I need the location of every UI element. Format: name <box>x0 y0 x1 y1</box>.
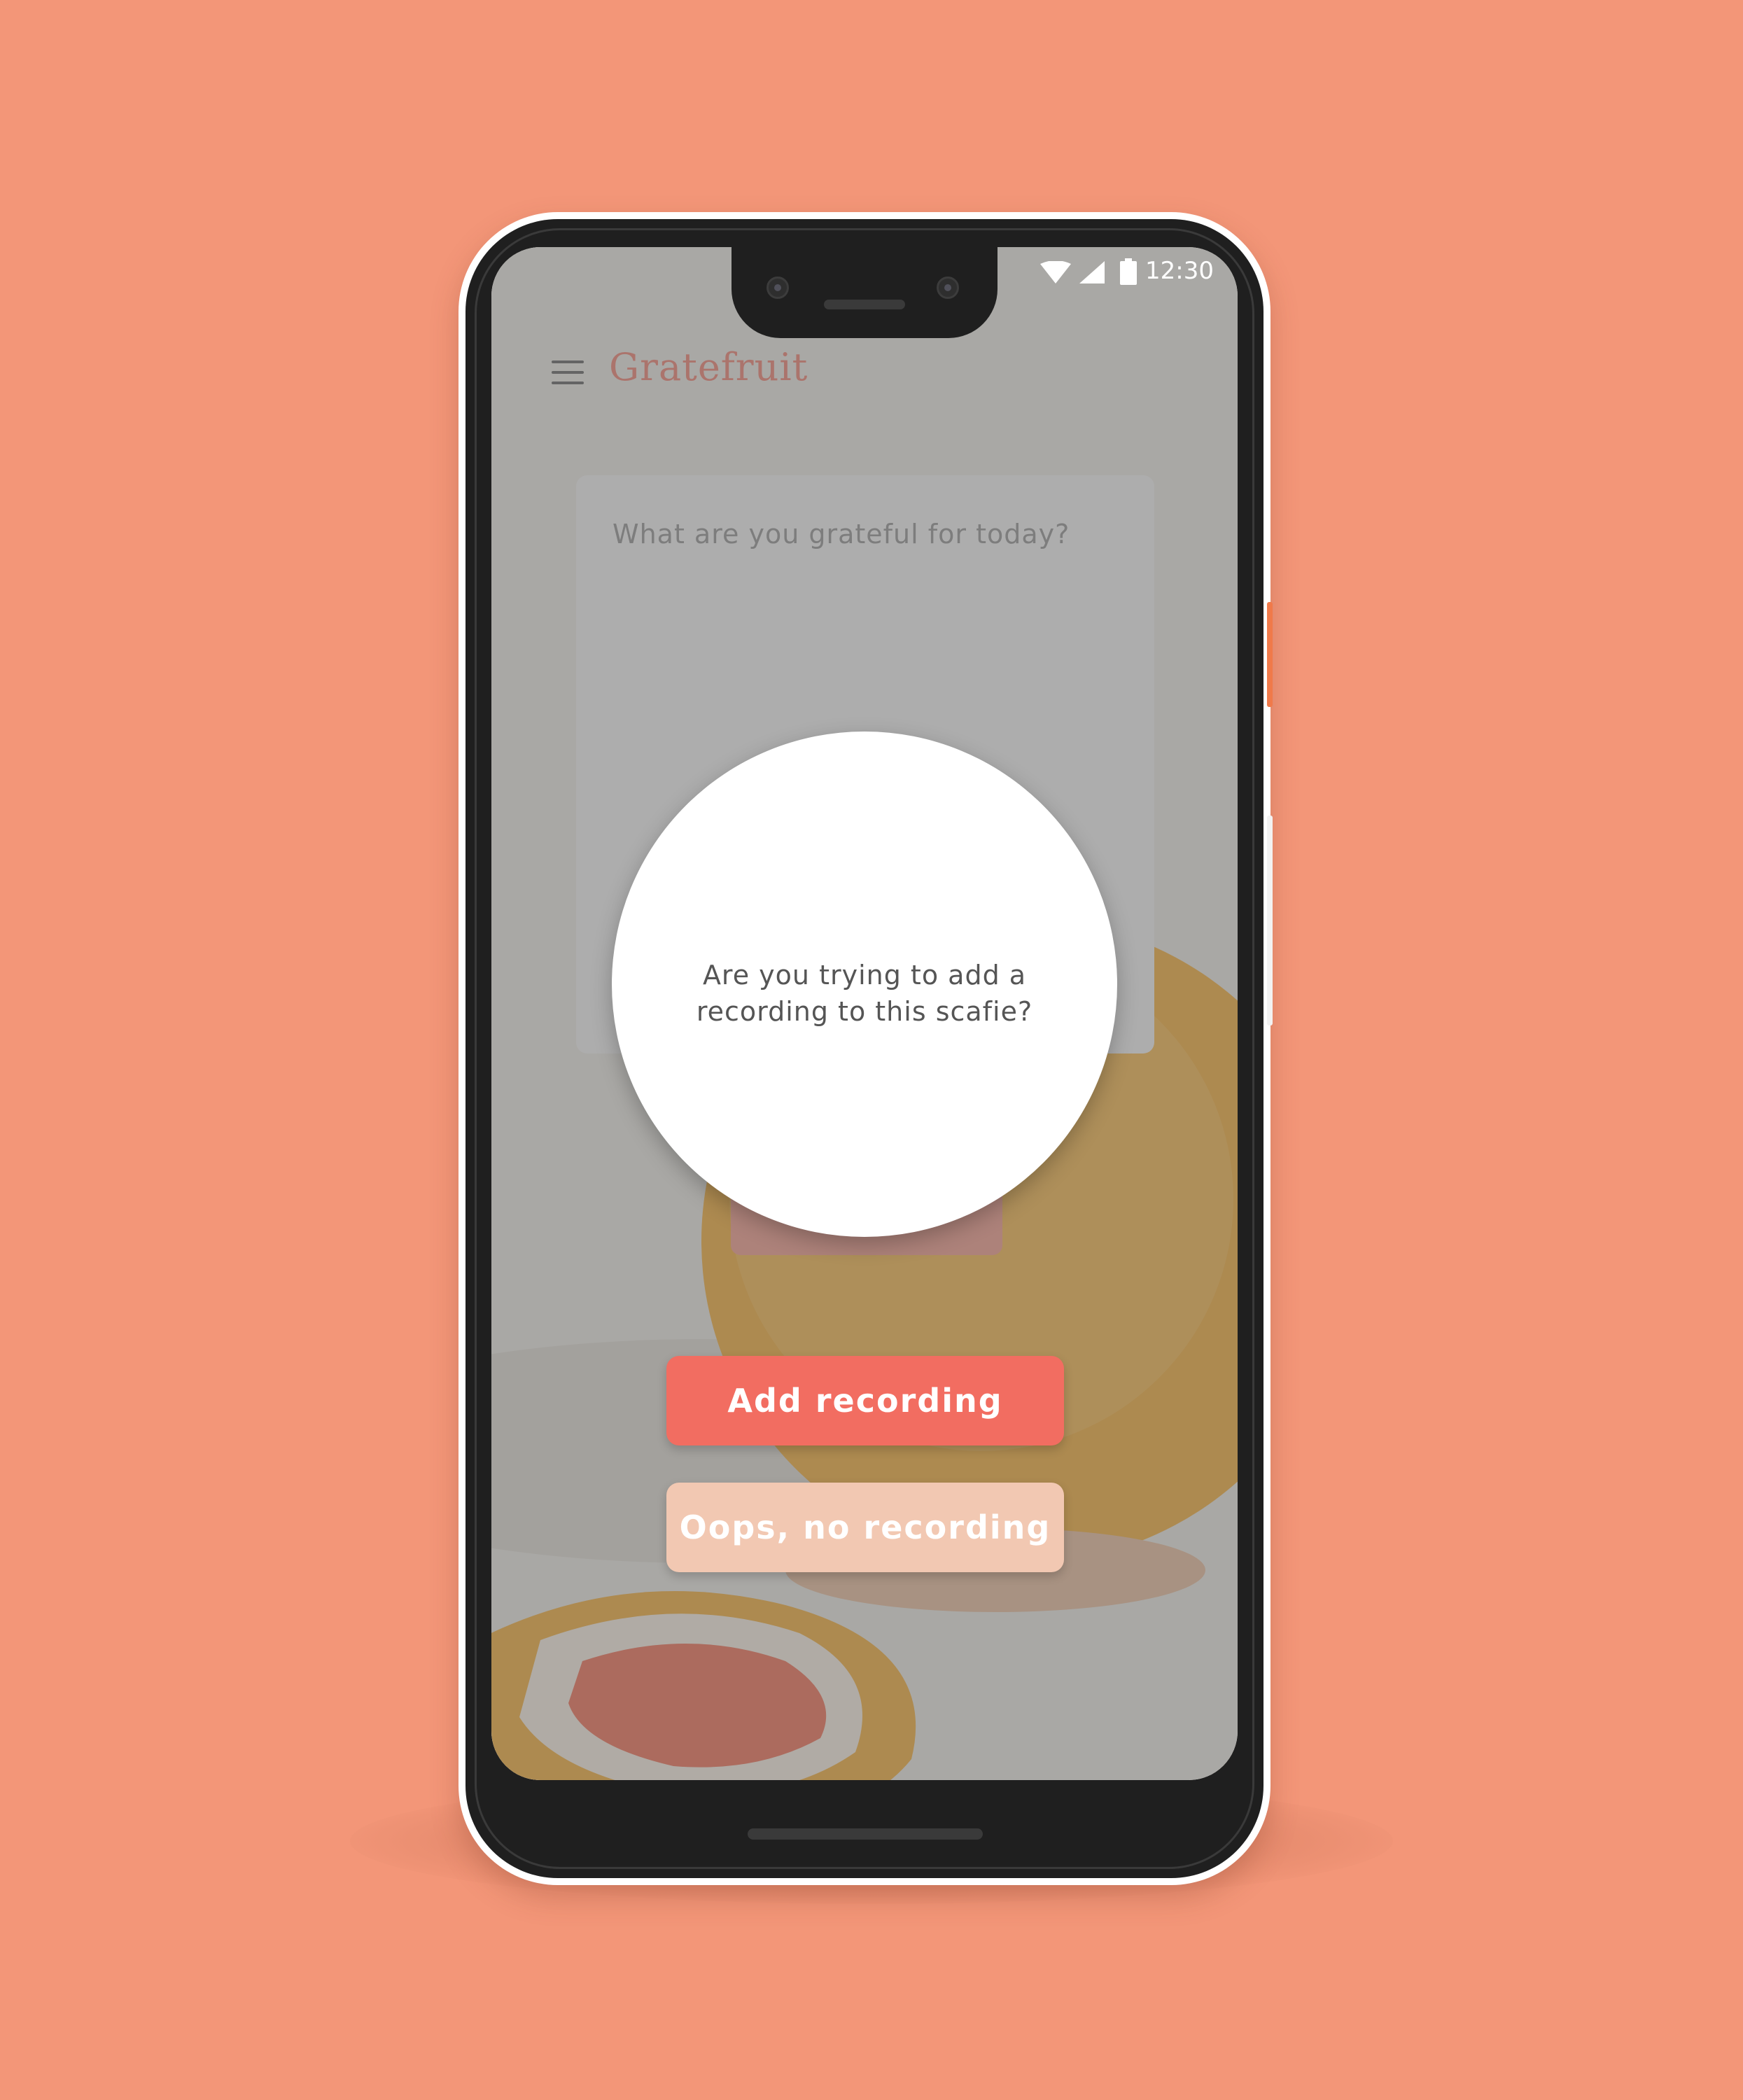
phone-screen: Gratefruit What are you grateful for tod… <box>491 247 1238 1780</box>
front-camera-icon <box>937 276 959 299</box>
power-button <box>1267 602 1273 707</box>
no-recording-button[interactable]: Oops, no recording <box>666 1483 1064 1572</box>
signal-icon <box>1079 261 1105 284</box>
status-time: 12:30 <box>1145 257 1214 285</box>
bottom-speaker <box>748 1828 983 1840</box>
recording-dialog: Are you trying to add a recording to thi… <box>612 732 1117 1237</box>
volume-button <box>1267 816 1273 1026</box>
front-camera-icon <box>766 276 789 299</box>
wifi-icon <box>1040 261 1071 284</box>
earpiece-speaker <box>824 300 905 309</box>
battery-icon <box>1120 258 1137 285</box>
add-recording-button[interactable]: Add recording <box>666 1356 1064 1446</box>
dialog-message: Are you trying to add a recording to thi… <box>696 960 1033 1027</box>
